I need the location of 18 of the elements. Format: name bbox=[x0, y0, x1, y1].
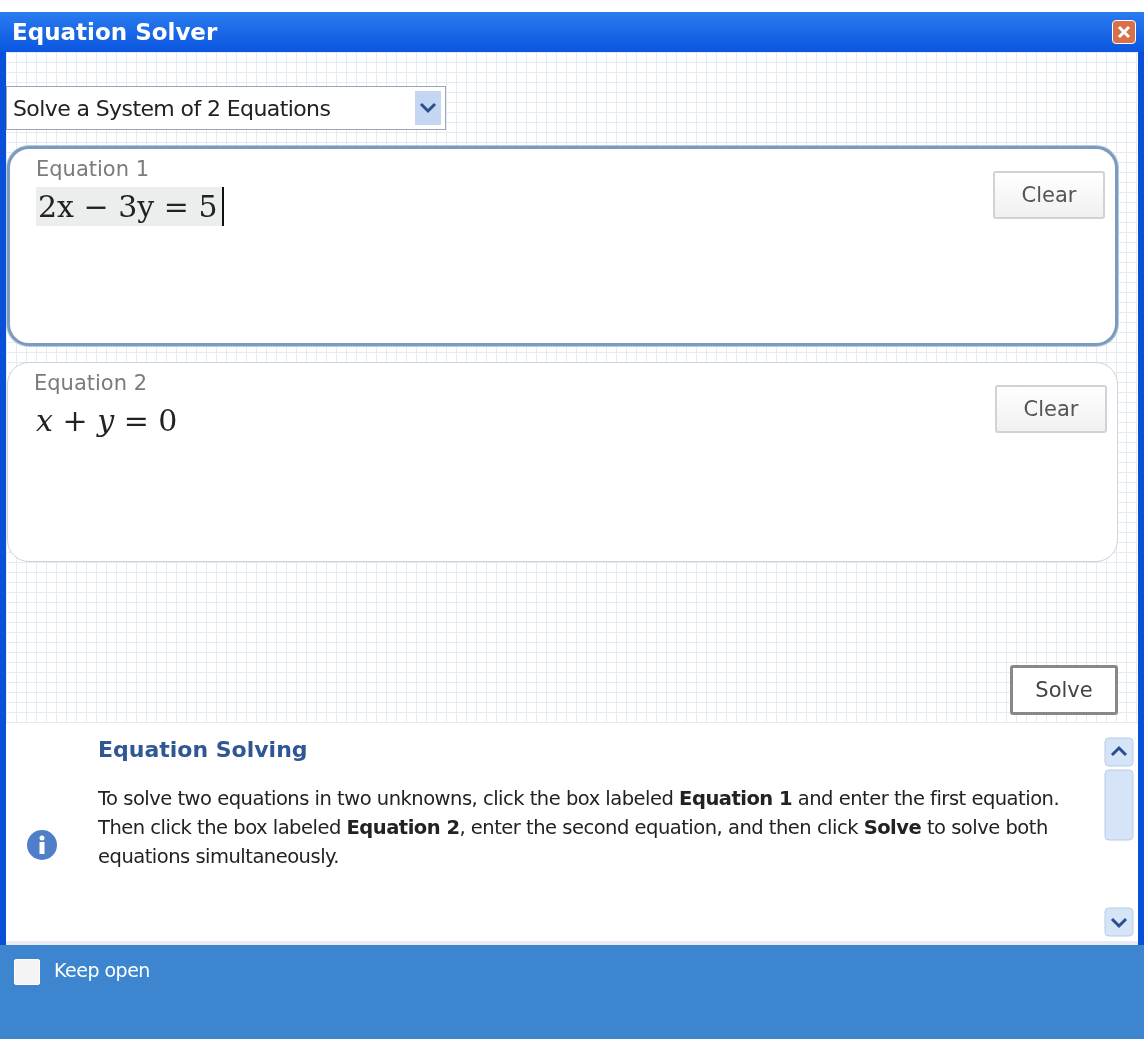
equation-input[interactable]: x + y = 0 bbox=[34, 401, 184, 440]
close-button[interactable] bbox=[1112, 20, 1136, 44]
equation-label: Equation 1 bbox=[36, 157, 151, 181]
help-title: Equation Solving bbox=[98, 737, 309, 762]
scrollbar[interactable] bbox=[1104, 737, 1134, 937]
equation-input[interactable]: 2x − 3y = 5 bbox=[36, 187, 224, 226]
info-icon bbox=[26, 829, 58, 861]
close-icon bbox=[1116, 24, 1132, 40]
equation-label: Equation 2 bbox=[34, 371, 149, 395]
window-title: Equation Solver bbox=[12, 19, 218, 45]
checkbox-label: Keep open bbox=[54, 959, 150, 981]
mode-dropdown[interactable]: Solve a System of 2 Equations bbox=[6, 86, 446, 130]
chevron-down-icon bbox=[415, 91, 441, 125]
keep-open-checkbox[interactable] bbox=[14, 959, 40, 985]
help-text: To solve two equations in two unknowns, click the box labeled Equation 1 and enter the first equation. Then click the box labeled Equation 2, enter the second equation, and then click Solve to solve both equations simultaneously. bbox=[98, 786, 1061, 870]
clear-button[interactable]: Clear bbox=[993, 171, 1105, 219]
solve-button[interactable]: Solve bbox=[1010, 665, 1118, 715]
clear-button[interactable]: Clear bbox=[995, 385, 1107, 433]
